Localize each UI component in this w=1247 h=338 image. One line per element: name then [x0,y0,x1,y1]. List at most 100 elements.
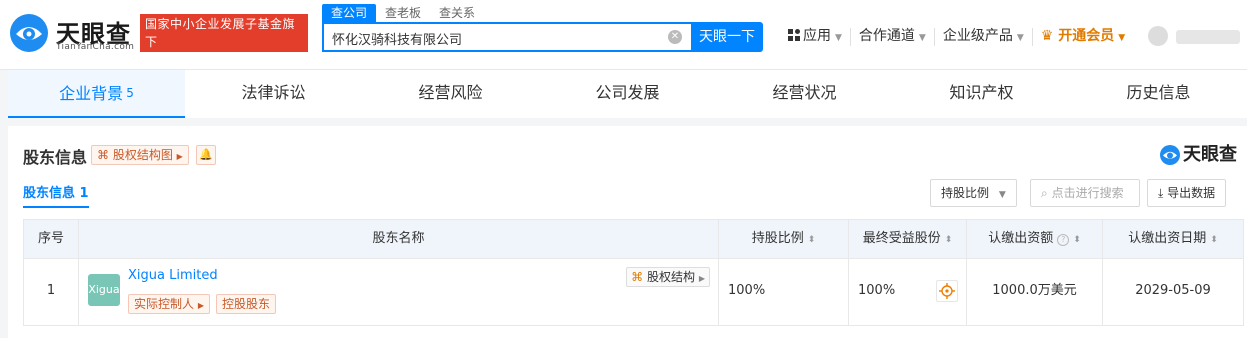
logo-icon [1160,145,1180,165]
tab-search-boss[interactable]: 查老板 [376,4,430,22]
tab-operation[interactable]: 经营状况 [716,70,893,118]
brand-watermark: 天眼查 [1159,143,1237,167]
nav-apps[interactable]: 应用 ▼ [780,28,851,46]
col-date-label: 认缴出资日期 [1128,231,1207,246]
main-tabs: 企业背景 5 法律诉讼 经营风险 公司发展 经营状况 知识产权 历史信息 [8,70,1247,118]
chevron-right-icon: ▶ [197,301,204,310]
chevron-down-icon: ▼ [835,33,842,43]
tag-controlling-shareholder: 控股股东 [216,294,277,314]
holder-avatar[interactable]: Xigua [88,274,120,306]
search-type-tabs: 查公司 查老板 查关系 [322,4,484,22]
tab-search-company[interactable]: 查公司 [322,4,377,22]
search-button[interactable]: 天眼一下 [691,22,763,52]
export-button[interactable]: ⤓ 导出数据 [1147,179,1227,207]
download-icon: ⤓ [1158,186,1164,200]
sub-tab-count: 1 [79,186,89,201]
search-input-value: 怀化汉骑科技有限公司 [332,33,463,48]
tab-count: 5 [126,86,134,100]
row-ratio: 100% [719,259,849,325]
search-input[interactable]: 怀化汉骑科技有限公司 ✕ [322,22,692,52]
nav-channel-label: 合作通道 [858,28,915,44]
logo-icon [10,14,48,52]
col-beneficial-label: 最终受益股份 [862,231,941,246]
sort-label: 持股比例 [941,186,990,200]
col-ratio-label: 持股比例 [751,231,804,246]
row-capital: 1000.0万美元 [967,259,1103,325]
sort-icon: ⬍ [1210,235,1218,245]
top-header: 天眼查 TianYanCha.com 国家中小企业发展子基金旗下 官方备案企业征… [0,0,1247,70]
export-label: 导出数据 [1167,186,1216,200]
row-holder: Xigua Xigua Limited 实际控制人 ▶ 控股股东 ⌘ 股权结构 … [79,259,719,325]
bell-icon[interactable]: 🔔 [196,145,216,165]
sort-icon: ⬍ [944,235,953,245]
search-icon: ⌕ [1041,186,1048,200]
col-beneficial[interactable]: 最终受益股份 ⬍ [849,220,967,258]
tab-history[interactable]: 历史信息 [1070,70,1247,118]
equity-structure-button[interactable]: ⌘ 股权结构 ▶ [626,267,710,287]
apps-grid-icon [788,29,800,41]
tab-company-background[interactable]: 企业背景 5 [8,70,185,118]
banner-line-2: 官方备案企业征信机构 [145,53,286,67]
official-banner[interactable]: 国家中小企业发展子基金旗下 官方备案企业征信机构 [140,14,308,67]
row-beneficial-value: 100% [858,283,896,298]
structure-icon: ⌘ [631,270,644,284]
help-icon[interactable]: ? [1057,234,1070,246]
row-beneficial: 100% [849,259,967,325]
chevron-down-icon: ▼ [998,190,1006,200]
tab-development[interactable]: 公司发展 [539,70,716,118]
holder-name-link[interactable]: Xigua Limited [128,267,218,285]
tianyancha-logo[interactable]: 天眼查 TianYanCha.com [8,12,134,56]
nav-vip[interactable]: ♛ 开通会员 ▼ [1033,28,1133,46]
table-search-input[interactable]: ⌕ 点击进行搜索 [1030,179,1140,207]
col-ratio[interactable]: 持股比例 ⬍ [719,220,849,258]
search-placeholder: 点击进行搜索 [1051,186,1124,200]
chevron-right-icon: ▶ [698,274,705,283]
target-icon[interactable] [936,280,958,302]
sort-icon: ⬍ [1073,235,1081,245]
chevron-down-icon: ▼ [1118,33,1126,43]
col-name: 股东名称 [79,220,719,258]
row-index: 1 [24,259,79,325]
col-capital-label: 认缴出资额 [988,231,1054,246]
holder-tags: 实际控制人 ▶ 控股股东 [128,294,282,314]
sort-by-ratio-dropdown[interactable]: 持股比例 ▼ [930,179,1017,207]
nav-vip-label: 开通会员 [1058,28,1115,44]
banner-line-1: 国家中小企业发展子基金旗下 [145,17,296,49]
nav-enterprise[interactable]: 企业级产品 ▼ [935,28,1033,46]
chevron-down-icon: ▼ [918,33,926,43]
nav-channel[interactable]: 合作通道 ▼ [851,28,935,46]
crown-icon: ♛ [1040,28,1054,44]
equity-structure-chart-tag[interactable]: ⌘ 股权结构图 ▶ [91,145,189,165]
sort-icon: ⬍ [807,235,816,245]
structure-tag-label: 股权结构图 [112,148,173,162]
tab-shareholder-info[interactable]: 股东信息 1 [23,182,89,208]
structure-icon: ⌘ [97,148,109,162]
col-date[interactable]: 认缴出资日期 ⬍ [1103,220,1243,258]
equity-link-label: 股权结构 [647,270,696,284]
tag-label: 实际控制人 [134,297,195,311]
avatar [1148,26,1168,46]
brand-watermark-text: 天眼查 [1183,144,1237,165]
tab-search-relation[interactable]: 查关系 [430,4,484,22]
col-capital[interactable]: 认缴出资额? ⬍ [967,220,1103,258]
clear-icon[interactable]: ✕ [668,30,682,44]
tag-actual-controller[interactable]: 实际控制人 ▶ [128,294,210,314]
sub-tab-label: 股东信息 [23,186,76,201]
nav-enterprise-label: 企业级产品 [942,28,1013,44]
col-index: 序号 [24,220,79,258]
tab-label: 企业背景 [59,84,124,103]
tab-ip[interactable]: 知识产权 [893,70,1070,118]
nav-apps-label: 应用 [803,28,831,44]
table-header: 序号 股东名称 持股比例 ⬍ 最终受益股份 ⬍ 认缴出资额? ⬍ 认缴出资日期 ⬍ [24,220,1243,259]
section-title: 股东信息 [23,148,88,167]
row-date: 2029-05-09 [1135,283,1211,298]
tab-risk[interactable]: 经营风险 [362,70,539,118]
logo-domain: TianYanCha.com [56,42,135,52]
tab-legal[interactable]: 法律诉讼 [185,70,362,118]
user-menu[interactable] [1148,20,1243,52]
username-blurred [1176,30,1240,44]
shareholder-panel: 股东信息 ⌘ 股权结构图 ▶ 🔔 天眼查 股东信息 1 持股比例 ▼ ⌕ 点击进… [8,126,1247,338]
shareholder-table: 序号 股东名称 持股比例 ⬍ 最终受益股份 ⬍ 认缴出资额? ⬍ 认缴出资日期 ⬍ 1 … [23,219,1244,326]
chevron-down-icon: ▼ [1016,33,1024,43]
top-nav: 应用 ▼ 合作通道 ▼ 企业级产品 ▼ ♛ 开通会员 ▼ [780,26,1133,48]
